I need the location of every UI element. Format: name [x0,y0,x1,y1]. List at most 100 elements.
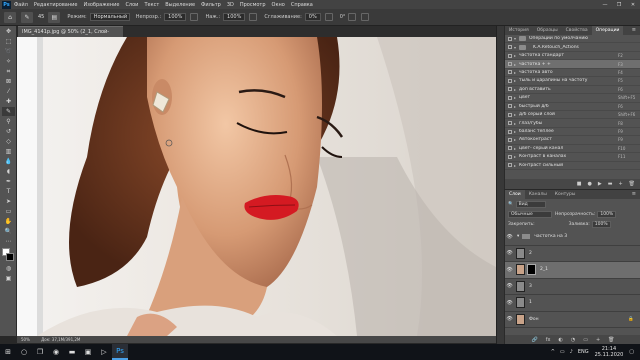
menu-edit[interactable]: Редактирование [34,2,78,8]
eye-icon[interactable]: 👁 [505,267,514,273]
play-icon[interactable]: ▶ [598,181,602,187]
app-icon[interactable]: ▣ [80,344,96,360]
link-icon[interactable]: 🔗 [531,337,537,343]
mask-icon[interactable]: ◐ [558,337,562,343]
eye-icon[interactable]: 👁 [505,250,514,256]
layer-row[interactable]: 👁 2_1 [505,262,640,279]
volume-icon[interactable]: ♪ [570,349,573,355]
eyedropper-icon[interactable]: ⁄ [2,87,15,96]
pressure-opacity-icon[interactable] [190,13,199,21]
layers-menu-icon[interactable]: ≡ [632,190,636,199]
healing-brush-icon[interactable]: ✚ [2,97,15,106]
action-item[interactable]: ▸ глаз/губы F8 [505,119,640,128]
color-swatches[interactable] [2,248,15,262]
action-item[interactable]: ▸ доп вставить F6 [505,86,640,95]
record-icon[interactable]: ● [587,181,591,187]
action-item[interactable]: ▸ частотка стандарт F2 [505,52,640,61]
task-view-icon[interactable]: ❐ [32,344,48,360]
photoshop-taskbar-icon[interactable]: Ps [112,344,128,360]
tab-paths[interactable]: Контуры [551,190,580,199]
lasso-tool-icon[interactable]: ➰ [2,47,15,56]
hand-tool-icon[interactable]: ✋ [2,217,15,226]
quick-select-icon[interactable]: ✧ [2,57,15,66]
layer-row[interactable]: 👁 ▾ частотка на 3 [505,229,640,246]
action-item[interactable]: ▸ цвет Shift+F5 [505,94,640,103]
eye-icon[interactable]: 👁 [505,234,514,240]
screen-mode-icon[interactable]: ▣ [2,274,15,283]
frame-tool-icon[interactable]: ⊠ [2,77,15,86]
history-brush-icon[interactable]: ↺ [2,127,15,136]
menu-type[interactable]: Текст [144,2,159,8]
opacity-field[interactable]: 100% [164,13,187,21]
tab-swatches[interactable]: Образцы [533,26,562,35]
delete-icon[interactable]: 🗑 [629,181,635,187]
quick-mask-icon[interactable]: ◍ [2,264,15,273]
action-item[interactable]: ▸ частотка авто F4 [505,69,640,78]
toggle-checkbox-icon[interactable] [508,70,512,75]
pen-icon[interactable]: ✒ [2,177,15,186]
tab-layers[interactable]: Слои [505,190,525,199]
document-tab[interactable]: IMG_4141p.jpg @ 50% (2_1, Слой-маска/8) … [18,26,123,46]
notifications-icon[interactable]: ▢ [629,349,634,355]
new-action-icon[interactable]: + [618,181,622,187]
zoom-level[interactable]: 50% [21,337,30,342]
marquee-tool-icon[interactable]: ⬚ [2,37,15,46]
layer-opacity-field[interactable]: 100% [597,210,617,218]
menu-image[interactable]: Изображение [83,2,119,8]
shape-tool-icon[interactable]: ▭ [2,207,15,216]
toggle-checkbox-icon[interactable] [508,146,512,151]
smoothing-options-icon[interactable] [324,13,333,21]
action-item[interactable]: ▸ баланс теплее F9 [505,128,640,137]
fx-icon[interactable]: fx [546,337,551,343]
menu-view[interactable]: Просмотр [240,2,266,8]
new-set-icon[interactable]: ▬ [608,181,613,187]
action-item[interactable]: ▾ K.A.Retouch_Actions [505,43,640,52]
layer-row[interactable]: 👁 1 [505,295,640,312]
toggle-checkbox-icon[interactable] [508,95,512,100]
tray-arrow-icon[interactable]: ^ [551,349,555,355]
toggle-checkbox-icon[interactable] [508,104,512,109]
menu-3d[interactable]: 3D [227,2,234,8]
action-item[interactable]: ▸ Автоконтраст F9 [505,136,640,145]
menu-window[interactable]: Окно [272,2,285,8]
menu-select[interactable]: Выделение [165,2,195,8]
toggle-checkbox-icon[interactable] [508,154,512,159]
language-indicator[interactable]: ENG [578,349,589,355]
eye-icon[interactable]: 👁 [505,316,514,322]
close-icon[interactable]: ✕ [626,0,640,9]
airbrush-icon[interactable] [249,13,258,21]
path-select-icon[interactable]: ➤ [2,197,15,206]
clock[interactable]: 21:14 25.11.2020 [595,346,624,358]
toggle-checkbox-icon[interactable] [508,137,512,142]
symmetry-icon[interactable] [361,13,370,21]
menu-file[interactable]: Файл [14,2,28,8]
toggle-checkbox-icon[interactable] [508,129,512,134]
type-tool-icon[interactable]: T [2,187,15,196]
blur-icon[interactable]: 💧 [2,157,15,166]
action-item[interactable]: ▸ Контраст в каналах F11 [505,153,640,162]
group-icon[interactable]: ▭ [583,337,588,343]
pressure-size-icon[interactable] [348,13,357,21]
tab-history[interactable]: История [505,26,533,35]
tab-channels[interactable]: Каналы [525,190,551,199]
toggle-checkbox-icon[interactable] [508,53,512,58]
eraser-icon[interactable]: ◇ [2,137,15,146]
toggle-checkbox-icon[interactable] [508,62,512,67]
search-taskbar-icon[interactable]: ○ [16,344,32,360]
layer-mask-thumbnail[interactable] [527,264,536,276]
brush-panel-icon[interactable]: ▤ [48,11,61,23]
move-tool-icon[interactable]: ✥ [2,27,15,36]
new-layer-icon[interactable]: + [596,337,600,343]
smoothing-field[interactable]: 0% [304,13,321,21]
action-item[interactable]: ▾ Операции по умолчанию [505,35,640,44]
action-item[interactable]: ▸ быстрый д/б F6 [505,103,640,111]
action-item[interactable]: ▸ цвет- серый канал F10 [505,145,640,154]
toggle-checkbox-icon[interactable] [508,112,512,117]
blend-mode-select[interactable]: Обычные [508,210,552,218]
more-tools-icon[interactable]: ⋯ [2,237,15,246]
background-color-icon[interactable] [6,253,14,261]
layer-row[interactable]: 👁 3 [505,279,640,295]
menu-filter[interactable]: Фильтр [201,2,221,8]
toggle-checkbox-icon[interactable] [508,45,512,50]
layer-row[interactable]: 👁 Фон 🔒 [505,312,640,328]
